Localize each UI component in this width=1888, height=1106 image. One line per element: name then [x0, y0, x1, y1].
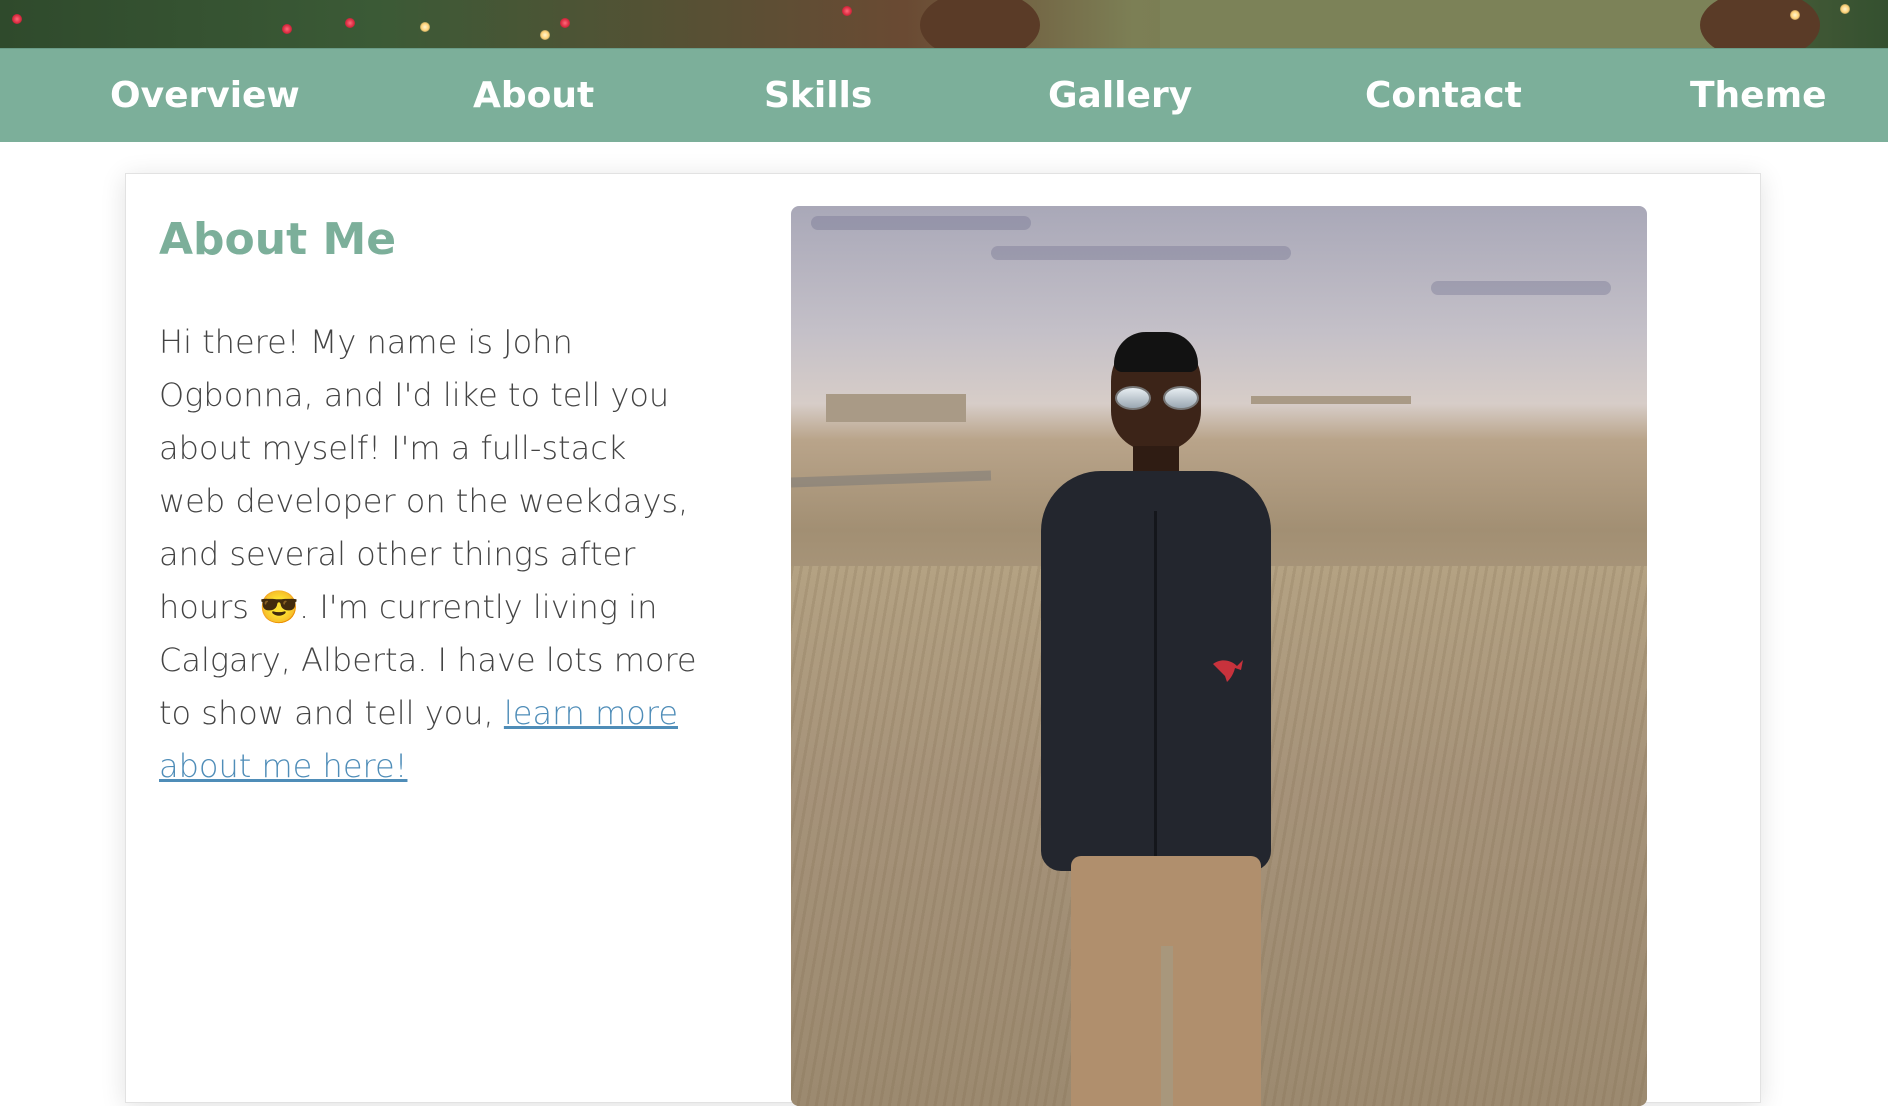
- about-title: About Me: [159, 214, 397, 265]
- tree-light-icon: [1840, 4, 1850, 14]
- photo-road: [791, 470, 992, 488]
- hero-arm-right: [1700, 0, 1820, 48]
- tree-light-icon: [560, 18, 570, 28]
- profile-photo: [791, 206, 1647, 1106]
- nav-item-gallery[interactable]: Gallery: [1048, 49, 1192, 143]
- puma-logo-icon: [1213, 660, 1243, 682]
- nav-item-skills[interactable]: Skills: [764, 49, 872, 143]
- sunglasses-icon: [1115, 386, 1199, 410]
- nav-item-theme[interactable]: Theme: [1690, 49, 1827, 143]
- tree-light-icon: [842, 6, 852, 16]
- about-body-text: Hi there! My name is John Ogbonna, and I…: [159, 323, 697, 732]
- about-card: About Me Hi there! My name is John Ogbon…: [125, 173, 1761, 1106]
- about-paragraph: Hi there! My name is John Ogbonna, and I…: [159, 316, 699, 793]
- main-navbar: Overview About Skills Gallery Contact Th…: [0, 48, 1888, 142]
- photo-cloud: [1431, 281, 1611, 295]
- hero-arm-left: [920, 0, 1040, 48]
- person-zipper: [1154, 511, 1157, 871]
- tree-light-icon: [540, 30, 550, 40]
- photo-cloud: [991, 246, 1291, 260]
- tree-light-icon: [282, 24, 292, 34]
- photo-building: [826, 394, 966, 422]
- photo-cloud: [811, 216, 1031, 230]
- tree-light-icon: [1790, 10, 1800, 20]
- hero-image-strip: [0, 0, 1888, 48]
- nav-item-overview[interactable]: Overview: [110, 49, 300, 143]
- photo-person: [1011, 332, 1291, 1106]
- nav-item-contact[interactable]: Contact: [1365, 49, 1522, 143]
- nav-item-about[interactable]: About: [473, 49, 594, 143]
- tree-light-icon: [345, 18, 355, 28]
- hero-shirt: [1160, 0, 1760, 48]
- tree-light-icon: [12, 14, 22, 24]
- tree-light-icon: [420, 22, 430, 32]
- person-pants-gap: [1161, 946, 1173, 1106]
- person-hair: [1114, 332, 1198, 372]
